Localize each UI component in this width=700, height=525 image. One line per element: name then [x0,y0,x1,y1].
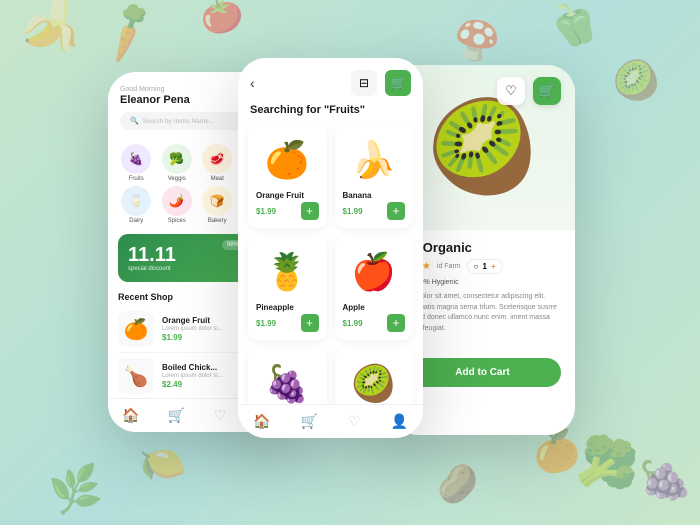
p3-header-icons: ♡ 🛒 [497,77,561,105]
veggis-label: Veggis [168,176,186,182]
pineapple-name: Pineapple [256,303,319,312]
p3-rating-row: ★★★ id Farm ○ 1 + [404,259,561,274]
banana-price: $1.99 [343,207,363,216]
dairy-label: Dairy [129,218,143,224]
chicken-thumb: 🍗 [118,358,154,394]
orange-fruit-name: Orange Fruit [256,191,319,200]
spices-label: Spices [168,218,186,224]
apple-bottom: $1.99 + [343,314,406,332]
add-apple-button[interactable]: + [387,314,405,332]
veggis-icon: 🥦 [162,144,192,174]
banana-bottom: $1.99 + [343,202,406,220]
p3-description: lum dolor sit amet, consectetur adipisci… [404,292,561,334]
p2-header: ‹ ⊟ 🛒 [238,58,423,102]
bakery-label: Bakery [208,218,227,224]
nav-home-icon[interactable]: 🏠 [122,407,139,424]
promo-number: 11.11 [128,245,176,265]
grape-img: 🍇 [256,356,319,411]
category-spices[interactable]: 🌶️ Spices [159,186,196,224]
qty-value: 1 [482,262,486,271]
add-orange-button[interactable]: + [301,202,319,220]
p3-tags: ✓ 100% Hygienic [404,278,561,286]
p3-cart-button[interactable]: 🛒 [533,77,561,105]
meat-icon: 🥩 [202,144,232,174]
p3-wishlist-button[interactable]: ♡ [497,77,525,105]
farm-label: id Farm [437,263,461,270]
orange-thumb: 🍊 [118,311,154,347]
filter-icon: ⊟ [359,76,369,90]
bakery-icon: 🍞 [202,186,232,216]
phone-search: ‹ ⊟ 🛒 Searching for "Fruits" 🍊 Orange Fr… [238,58,423,438]
fruits-label: Fruits [129,176,144,182]
filter-button[interactable]: ⊟ [351,70,377,96]
add-to-cart-button[interactable]: Add to Cart [404,358,561,387]
p3-product-title: na Organic [404,240,561,255]
p2-nav-profile[interactable]: 👤 [391,413,408,430]
apple-img: 🍎 [343,244,406,299]
cart-button[interactable]: 🛒 [385,70,411,96]
category-fruits[interactable]: 🍇 Fruits [118,144,155,182]
fruits-icon: 🍇 [121,144,151,174]
apple-name: Apple [343,303,406,312]
heart-icon: ♡ [505,83,517,99]
orange-fruit-price: $1.99 [256,207,276,216]
p2-products-grid: 🍊 Orange Fruit $1.99 + 🍌 Banana $1.99 + … [238,124,423,438]
pineapple-price: $1.99 [256,319,276,328]
p2-bottom-nav: 🏠 🛒 ♡ 👤 [238,404,423,438]
banana-img: 🍌 [343,132,406,187]
p2-header-icons: ⊟ 🛒 [351,70,411,96]
add-pineapple-button[interactable]: + [301,314,319,332]
meat-label: Meat [211,176,224,182]
nav-cart-icon[interactable]: 🛒 [168,407,185,424]
orange-fruit-bottom: $1.99 + [256,202,319,220]
search-icon: 🔍 [130,117,139,125]
minus-icon: ○ [474,262,479,271]
kiwi-img: 🥝 [343,356,406,411]
product-apple[interactable]: 🍎 Apple $1.99 + [335,236,414,340]
category-bakery[interactable]: 🍞 Bakery [199,186,236,224]
back-button[interactable]: ‹ [250,75,255,91]
nav-wishlist-icon[interactable]: ♡ [214,407,227,424]
banana-name: Banana [343,191,406,200]
dairy-icon: 🥛 [121,186,151,216]
apple-price: $1.99 [343,319,363,328]
p2-search-title: Searching for "Fruits" [238,102,423,124]
category-dairy[interactable]: 🥛 Dairy [118,186,155,224]
p2-nav-cart[interactable]: 🛒 [300,413,317,430]
spices-icon: 🌶️ [162,186,192,216]
phones-container: Good Morning Eleanor Pena 🔍 Search by It… [0,0,700,525]
cart-icon: 🛒 [391,76,406,90]
orange-fruit-img: 🍊 [256,132,319,187]
category-veggis[interactable]: 🥦 Veggis [159,144,196,182]
plus-icon: + [491,262,496,271]
p3-cart-icon: 🛒 [539,83,555,99]
p1-search-placeholder: Search by Items Name... [143,118,215,125]
p2-nav-wishlist[interactable]: ♡ [348,413,361,430]
add-banana-button[interactable]: + [387,202,405,220]
quantity-display: ○ 1 + [467,259,503,274]
promo-label: special discount [128,266,176,272]
pineapple-img: 🍍 [256,244,319,299]
category-meat[interactable]: 🥩 Meat [199,144,236,182]
p2-nav-home[interactable]: 🏠 [253,413,270,430]
pineapple-bottom: $1.99 + [256,314,319,332]
product-pineapple[interactable]: 🍍 Pineapple $1.99 + [248,236,327,340]
product-banana[interactable]: 🍌 Banana $1.99 + [335,124,414,228]
product-orange[interactable]: 🍊 Orange Fruit $1.99 + [248,124,327,228]
